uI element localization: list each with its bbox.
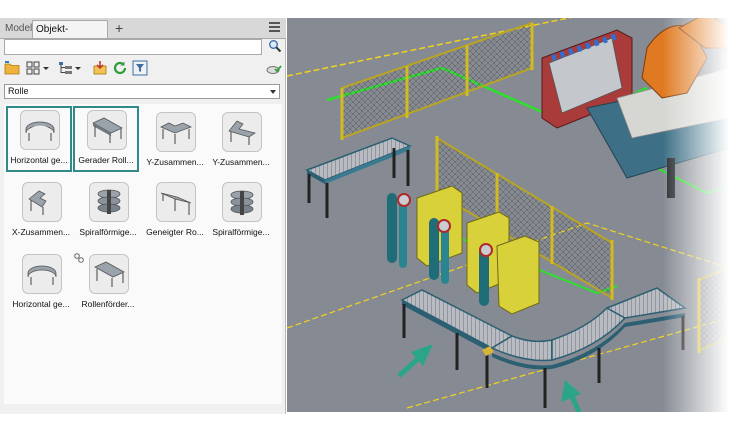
factory-layout-scene: [287, 18, 729, 412]
grid-item-label: Spiralförmige...: [212, 227, 270, 237]
category-select[interactable]: Rolle: [4, 84, 280, 99]
grid-item-horizontal-curve-2[interactable]: Horizontal ge...: [8, 250, 74, 316]
chevron-down-icon[interactable]: [74, 60, 82, 76]
x-merge-conveyor-icon: [22, 182, 62, 222]
grid-item-x-merge[interactable]: X-Zusammen...: [8, 178, 74, 244]
tab-modell[interactable]: Modell: [2, 20, 34, 38]
grid-item-horizontal-curve[interactable]: Horizontal ge...: [6, 106, 72, 172]
grid-item-spiral-1[interactable]: Spiralförmige...: [75, 178, 141, 244]
spiral-conveyor-icon: [89, 182, 129, 222]
browser-toolbar: [4, 60, 282, 80]
grid-item-inclined-roller[interactable]: Geneigter Ro...: [142, 178, 208, 244]
cloud-check-icon[interactable]: [266, 60, 282, 76]
grid-item-label: Rollenförder...: [81, 299, 135, 309]
annotation-arrow-left: [395, 340, 435, 385]
grid-item-roller-conveyor[interactable]: Rollenförder...: [75, 250, 141, 316]
y-merge-conveyor-icon: [156, 112, 196, 152]
chevron-down-icon: [270, 90, 276, 94]
grid-item-label: Gerader Roll...: [78, 155, 134, 165]
object-grid: Horizontal ge... Gerader Roll... Y-Zusam…: [4, 104, 282, 404]
curved-conveyor-icon: [22, 254, 62, 294]
object-browser-panel: Modell Objekt-Browser +: [0, 18, 286, 414]
grid-item-spiral-2[interactable]: Spiralförmige...: [208, 178, 274, 244]
grid-item-label: Spiralförmige...: [79, 227, 137, 237]
import-icon[interactable]: [92, 60, 108, 76]
filter-icon[interactable]: [132, 60, 148, 76]
grid-item-label: Horizontal ge...: [10, 155, 68, 165]
category-select-value: Rolle: [8, 86, 29, 96]
curved-conveyor-icon: [20, 110, 60, 150]
hamburger-menu-icon[interactable]: [269, 22, 280, 34]
grid-item-label: Y-Zusammen...: [146, 157, 204, 167]
refresh-icon[interactable]: [112, 60, 128, 76]
chevron-down-icon[interactable]: [42, 60, 50, 76]
folder-icon[interactable]: [4, 60, 20, 76]
panel-tab-bar: Modell Objekt-Browser +: [0, 18, 286, 53]
spiral-conveyor-icon: [222, 182, 262, 222]
tree-view-icon[interactable]: [58, 60, 74, 76]
grid-item-straight-roller[interactable]: Gerader Roll...: [73, 106, 139, 172]
grid-item-y-merge-2[interactable]: Y-Zusammen...: [208, 108, 274, 174]
grid-item-label: Y-Zusammen...: [212, 157, 270, 167]
grid-item-label: X-Zusammen...: [11, 227, 71, 237]
straight-conveyor-icon: [89, 254, 129, 294]
add-tab-button[interactable]: +: [112, 20, 126, 38]
inclined-conveyor-icon: [156, 182, 196, 222]
grid-item-label: Geneigter Ro...: [146, 227, 204, 237]
grid-item-y-merge-1[interactable]: Y-Zusammen...: [142, 108, 208, 174]
y-merge-conveyor-icon: [222, 112, 262, 152]
annotation-arrow-bottom: [559, 380, 589, 412]
tab-objekt-browser[interactable]: Objekt-Browser: [32, 20, 108, 53]
view-grid-icon[interactable]: [26, 60, 42, 76]
link-overlay-icon: [74, 250, 84, 263]
grid-item-label: Horizontal ge...: [12, 299, 70, 309]
search-input[interactable]: [4, 39, 262, 55]
search-icon[interactable]: [268, 39, 282, 53]
straight-conveyor-icon: [87, 110, 127, 150]
3d-viewport[interactable]: [287, 18, 729, 412]
